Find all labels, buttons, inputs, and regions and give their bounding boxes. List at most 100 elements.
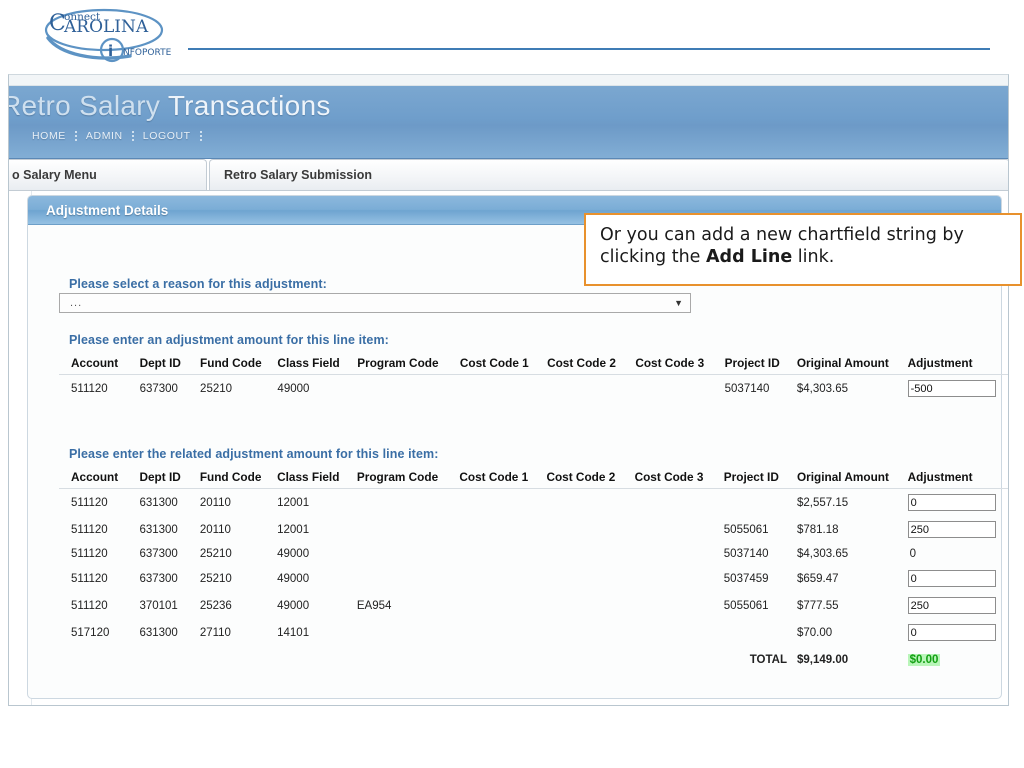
cell-program-code bbox=[357, 375, 460, 403]
total-spacer-8 bbox=[635, 646, 724, 671]
svg-text:NFOPORTE: NFOPORTE bbox=[123, 48, 172, 58]
cell-account: 511120 bbox=[71, 599, 108, 612]
cell-dept-id: 637300 bbox=[139, 572, 178, 585]
adjustment-input[interactable]: 250 bbox=[907, 597, 996, 614]
main-nav: HOME ADMIN LOGOUT bbox=[23, 130, 202, 142]
header-divider-line bbox=[188, 48, 990, 50]
cell-program-code bbox=[357, 543, 460, 565]
page-title-part1: Retro bbox=[9, 90, 71, 121]
instruction-callout-text: Or you can add a new chartfield string b… bbox=[600, 224, 1006, 269]
instruction-callout: Or you can add a new chartfield string b… bbox=[584, 213, 1022, 286]
col-fund-code: Fund Code bbox=[199, 467, 278, 489]
col-class-field: Class Field bbox=[277, 353, 358, 375]
tab-strip: o Salary Menu Retro Salary Submission bbox=[9, 159, 1008, 191]
col-project-id: Project ID bbox=[723, 467, 797, 489]
related-adjustment-table: Account Dept ID Fund Code Class Field Pr… bbox=[59, 467, 1008, 671]
cell-class-field: 12001 bbox=[277, 523, 310, 536]
nav-item-logout[interactable]: LOGOUT bbox=[134, 130, 200, 142]
cell-project-id: 5037459 bbox=[723, 572, 769, 585]
cell-project-id: 5055061 bbox=[723, 599, 769, 612]
total-spacer-1 bbox=[59, 646, 139, 671]
cell-original-amount: $70.00 bbox=[796, 626, 833, 639]
reason-label: Please select a reason for this adjustme… bbox=[69, 277, 327, 291]
col-cost-code-1: Cost Code 1 bbox=[459, 353, 548, 375]
nav-item-admin[interactable]: ADMIN bbox=[77, 130, 132, 142]
cell-cost-code-1 bbox=[459, 592, 546, 619]
reason-select[interactable]: ... ▼ bbox=[59, 293, 691, 313]
related-adjustment-table-body: 511120 631300 20110 12001 $2,557.15 0 51… bbox=[59, 489, 1008, 672]
page-title: Retro Salary Transactions bbox=[9, 90, 331, 122]
callout-text-after: link. bbox=[792, 247, 835, 268]
cell-original-amount: $4,303.65 bbox=[796, 548, 849, 560]
reason-select-value: ... bbox=[70, 297, 83, 309]
col-program-code: Program Code bbox=[357, 353, 460, 375]
cell-cost-code-1 bbox=[459, 543, 546, 565]
cell-cost-code-3 bbox=[635, 592, 724, 619]
cell-account: 511120 bbox=[71, 548, 108, 560]
cell-cost-code-3 bbox=[635, 619, 724, 646]
application-window: Retro Salary Transactions HOME ADMIN LOG… bbox=[8, 74, 1009, 706]
tab-retro-salary-submission-label: Retro Salary Submission bbox=[224, 168, 372, 182]
total-original-amount: $9,149.00 bbox=[796, 654, 849, 666]
cell-class-field: 14101 bbox=[277, 626, 310, 639]
col-program-code: Program Code bbox=[356, 467, 460, 489]
total-spacer-6 bbox=[459, 646, 546, 671]
cell-adjustment: 0 bbox=[907, 565, 1008, 592]
cell-adjustment: 250 bbox=[907, 592, 1008, 619]
nav-item-home[interactable]: HOME bbox=[23, 130, 75, 142]
cell-cost-code-1 bbox=[459, 565, 546, 592]
col-dept-id: Dept ID bbox=[139, 353, 201, 375]
cell-account: 511120 bbox=[71, 572, 108, 585]
callout-bold-term: Add Line bbox=[706, 247, 793, 268]
tab-retro-salary-submission[interactable]: Retro Salary Submission bbox=[209, 159, 1008, 190]
cell-cost-code-3 bbox=[635, 543, 724, 565]
cell-adjustment: -500 bbox=[907, 375, 1008, 403]
page-title-part2: Salary bbox=[79, 90, 161, 121]
cell-adjustment: 250 bbox=[907, 516, 1008, 543]
tab-retro-salary-menu-label: o Salary Menu bbox=[12, 168, 97, 182]
table-row: 517120 631300 27110 14101 $70.00 0 bbox=[59, 619, 1008, 646]
cell-original-amount: $781.18 bbox=[796, 523, 839, 536]
cell-cost-code-1 bbox=[459, 516, 546, 543]
cell-class-field: 49000 bbox=[277, 382, 310, 395]
cell-project-id bbox=[724, 489, 797, 517]
cell-adjustment: 0 bbox=[907, 489, 1008, 517]
adjustment-input[interactable]: -500 bbox=[907, 380, 996, 397]
page-title-part3: Transactions bbox=[167, 90, 331, 121]
adjustment-input[interactable]: 0 bbox=[907, 624, 996, 641]
adjustment-input[interactable]: 0 bbox=[907, 494, 996, 511]
cell-account: 511120 bbox=[71, 382, 108, 395]
svg-text:i: i bbox=[108, 42, 113, 60]
nav-separator-icon bbox=[199, 130, 202, 142]
cell-class-field: 49000 bbox=[277, 572, 310, 585]
cell-program-code bbox=[357, 619, 460, 646]
cell-fund-code: 27110 bbox=[199, 626, 231, 639]
cell-class-field: 49000 bbox=[277, 548, 310, 560]
total-adjustment-value: $0.00 bbox=[907, 654, 941, 666]
col-cost-code-2: Cost Code 2 bbox=[547, 353, 636, 375]
cell-cost-code-3 bbox=[635, 489, 724, 517]
table-row: 511120 637300 25210 49000 5037140 $4,303… bbox=[59, 543, 1008, 565]
cell-project-id bbox=[724, 619, 797, 646]
adjustment-input[interactable]: 0 bbox=[907, 570, 996, 587]
cell-original-amount: $2,557.15 bbox=[796, 496, 849, 509]
cell-adjustment: 0 bbox=[908, 543, 1008, 565]
cell-program-code bbox=[357, 516, 460, 543]
col-original-amount: Original Amount bbox=[796, 467, 908, 489]
adjustment-amount-label: Please enter an adjustment amount for th… bbox=[69, 333, 389, 347]
total-label: TOTAL bbox=[749, 654, 787, 666]
app-banner: Retro Salary Transactions HOME ADMIN LOG… bbox=[9, 86, 1008, 159]
col-cost-code-3: Cost Code 3 bbox=[634, 467, 724, 489]
cell-fund-code: 25210 bbox=[200, 382, 233, 395]
cell-dept-id: 637300 bbox=[139, 548, 178, 560]
adjustment-input[interactable]: 250 bbox=[907, 521, 996, 538]
cell-cost-code-2 bbox=[546, 543, 634, 565]
cell-class-field: 12001 bbox=[277, 496, 310, 509]
adjustment-table: Account Dept ID Fund Code Class Field Pr… bbox=[59, 353, 1008, 402]
cell-cost-code-2 bbox=[546, 592, 634, 619]
cell-fund-code: 20110 bbox=[199, 523, 231, 536]
tab-retro-salary-menu[interactable]: o Salary Menu bbox=[9, 159, 207, 190]
cell-dept-id: 637300 bbox=[139, 382, 178, 395]
adjustment-readonly-value: 0 bbox=[909, 548, 917, 560]
cell-project-id: 5055061 bbox=[723, 523, 769, 536]
